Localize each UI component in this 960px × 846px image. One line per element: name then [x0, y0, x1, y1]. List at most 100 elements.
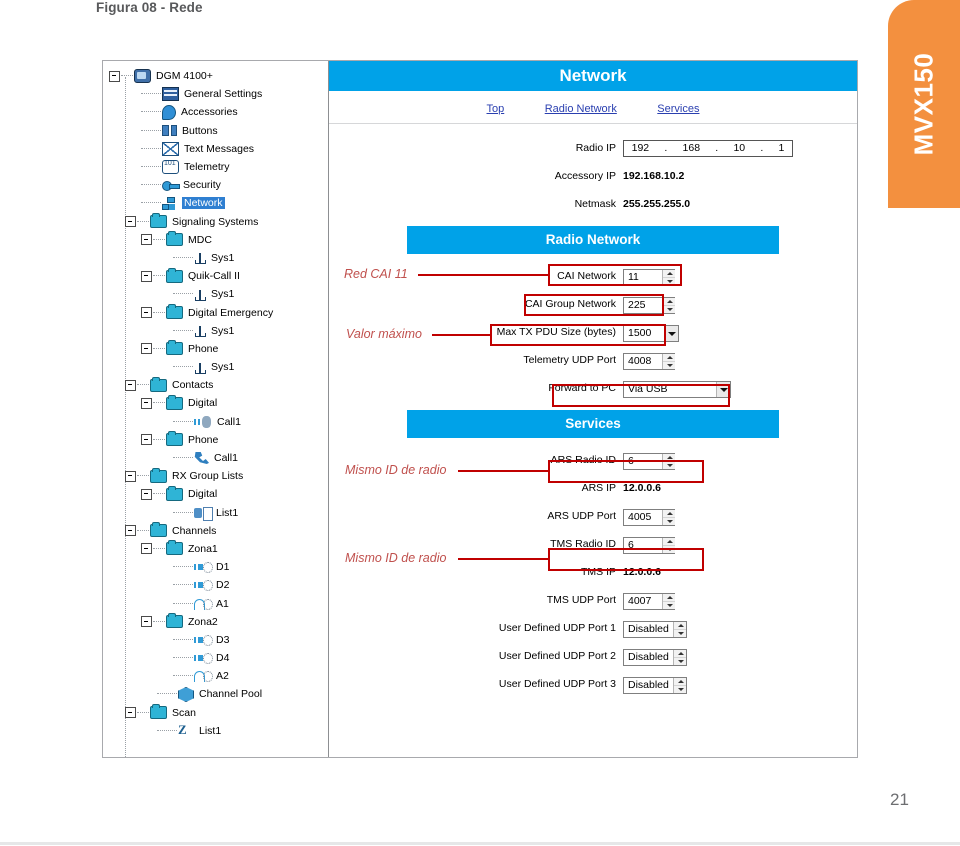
radio-ip-input[interactable]: 192 . 168 . 10 . 1	[623, 139, 793, 157]
tree-item-buttons[interactable]: Buttons	[103, 122, 328, 140]
spinner-buttons[interactable]	[673, 649, 686, 665]
tree-item-mdc[interactable]: MDC	[103, 231, 328, 249]
tree-expander-icon[interactable]	[125, 216, 136, 228]
spinner-buttons[interactable]	[662, 353, 675, 369]
tree-expander-icon[interactable]	[125, 525, 136, 537]
nav-link-radio-network[interactable]: Radio Network	[545, 103, 617, 115]
field-spinner-value[interactable]: Disabled	[624, 678, 673, 693]
field-spinner[interactable]: Disabled	[623, 676, 687, 694]
tree-item-call1[interactable]: Call1	[103, 449, 328, 467]
tree-item-d1[interactable]: D1	[103, 558, 328, 576]
tree-expander-icon[interactable]	[141, 616, 152, 628]
tree-item-digital[interactable]: Digital	[103, 394, 328, 412]
tree-expander-icon[interactable]	[141, 397, 152, 409]
tree-item-sys1[interactable]: Sys1	[103, 249, 328, 267]
spinner-up-icon[interactable]	[674, 622, 686, 630]
tree-item-dgm-4100-[interactable]: DGM 4100+	[103, 67, 328, 85]
spinner-buttons[interactable]	[662, 593, 675, 609]
spinner-down-icon[interactable]	[663, 306, 675, 313]
tree-item-signaling-systems[interactable]: Signaling Systems	[103, 213, 328, 231]
radio-ip-octet-2[interactable]: 168	[683, 142, 701, 154]
spinner-up-icon[interactable]	[663, 454, 675, 462]
spinner-up-icon[interactable]	[663, 298, 675, 306]
field-spinner-value[interactable]: Disabled	[624, 650, 673, 665]
tree-item-sys1[interactable]: Sys1	[103, 285, 328, 303]
field-spinner[interactable]: 6	[623, 452, 675, 470]
field-spinner-value[interactable]: 4007	[624, 594, 662, 609]
chevron-down-icon[interactable]	[716, 381, 730, 397]
spinner-down-icon[interactable]	[663, 278, 675, 285]
section-nav[interactable]: Top Radio Network Services	[329, 91, 857, 124]
tree-expander-icon[interactable]	[141, 543, 152, 555]
tree-expander-icon[interactable]	[141, 270, 152, 282]
spinner-buttons[interactable]	[662, 453, 675, 469]
tree-item-channels[interactable]: Channels	[103, 522, 328, 540]
tree-expander-icon[interactable]	[141, 307, 152, 319]
tree-item-telemetry[interactable]: Telemetry	[103, 158, 328, 176]
tree-item-channel-pool[interactable]: Channel Pool	[103, 685, 328, 703]
spinner-down-icon[interactable]	[663, 362, 675, 369]
tree-item-rx-group-lists[interactable]: RX Group Lists	[103, 467, 328, 485]
field-spinner[interactable]: 225	[623, 296, 675, 314]
tree-expander-icon[interactable]	[141, 234, 152, 246]
tree-item-phone[interactable]: Phone	[103, 340, 328, 358]
nav-link-top[interactable]: Top	[487, 103, 505, 115]
spinner-up-icon[interactable]	[663, 270, 675, 278]
spinner-down-icon[interactable]	[663, 602, 675, 609]
spinner-down-icon[interactable]	[674, 658, 686, 665]
tree-item-accessories[interactable]: Accessories	[103, 103, 328, 121]
field-spinner[interactable]: 4008	[623, 352, 675, 370]
tree-item-a1[interactable]: A1	[103, 594, 328, 612]
field-spinner-value[interactable]: 4005	[624, 510, 662, 525]
spinner-buttons[interactable]	[673, 621, 686, 637]
tree-item-a2[interactable]: A2	[103, 667, 328, 685]
spinner-buttons[interactable]	[662, 297, 675, 313]
tree-item-call1[interactable]: Call1	[103, 413, 328, 431]
tree-item-general-settings[interactable]: General Settings	[103, 85, 328, 103]
tree-item-contacts[interactable]: Contacts	[103, 376, 328, 394]
spinner-up-icon[interactable]	[674, 650, 686, 658]
tree-item-security[interactable]: Security	[103, 176, 328, 194]
radio-ip-octet-1[interactable]: 192	[632, 142, 650, 154]
field-spinner-value[interactable]: 6	[624, 454, 662, 469]
spinner-down-icon[interactable]	[674, 686, 686, 693]
field-spinner-value[interactable]: 11	[624, 270, 662, 285]
tree-item-zona1[interactable]: Zona1	[103, 540, 328, 558]
tree-expander-icon[interactable]	[125, 470, 136, 482]
tree-item-digital-emergency[interactable]: Digital Emergency	[103, 303, 328, 321]
field-spinner[interactable]: 4005	[623, 508, 675, 526]
spinner-down-icon[interactable]	[674, 630, 686, 637]
field-dropdown[interactable]: Via USB	[623, 380, 731, 398]
field-spinner[interactable]: 4007	[623, 592, 675, 610]
tree-item-network[interactable]: Network	[103, 194, 328, 212]
tree-expander-icon[interactable]	[141, 488, 152, 500]
tree-item-zona2[interactable]: Zona2	[103, 613, 328, 631]
tree-item-text-messages[interactable]: Text Messages	[103, 140, 328, 158]
tree-item-scan[interactable]: Scan	[103, 704, 328, 722]
spinner-up-icon[interactable]	[663, 510, 675, 518]
tree-item-list1[interactable]: Z List1	[103, 722, 328, 740]
tree-expander-icon[interactable]	[125, 707, 136, 719]
spinner-buttons[interactable]	[673, 677, 686, 693]
radio-ip-octet-3[interactable]: 10	[733, 142, 745, 154]
tree-expander-icon[interactable]	[125, 379, 136, 391]
field-dropdown[interactable]: 1500	[623, 324, 679, 342]
tree-item-digital[interactable]: Digital	[103, 485, 328, 503]
field-spinner-value[interactable]: 225	[624, 298, 662, 313]
tree-item-d3[interactable]: D3	[103, 631, 328, 649]
field-spinner[interactable]: 11	[623, 268, 675, 286]
spinner-up-icon[interactable]	[663, 354, 675, 362]
spinner-down-icon[interactable]	[663, 462, 675, 469]
field-spinner-value[interactable]: 6	[624, 538, 662, 553]
tree-expander-icon[interactable]	[141, 343, 152, 355]
spinner-up-icon[interactable]	[663, 538, 675, 546]
spinner-up-icon[interactable]	[663, 594, 675, 602]
tree-item-d4[interactable]: D4	[103, 649, 328, 667]
spinner-down-icon[interactable]	[663, 546, 675, 553]
spinner-down-icon[interactable]	[663, 518, 675, 525]
tree-item-d2[interactable]: D2	[103, 576, 328, 594]
spinner-buttons[interactable]	[662, 269, 675, 285]
spinner-up-icon[interactable]	[674, 678, 686, 686]
tree-item-phone[interactable]: Phone	[103, 431, 328, 449]
field-spinner[interactable]: Disabled	[623, 648, 687, 666]
